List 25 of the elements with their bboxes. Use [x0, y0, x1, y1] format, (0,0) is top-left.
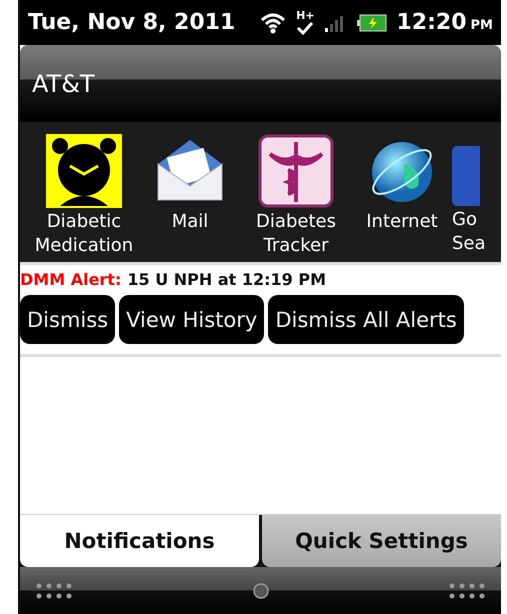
check-icon: [296, 21, 314, 35]
app-label[interactable]: Go Sea: [452, 208, 486, 256]
app-label[interactable]: Mail: [172, 210, 208, 234]
alert-button[interactable]: Dismiss All Alerts: [268, 295, 464, 344]
clock-meridiem: PM: [470, 18, 493, 33]
alert-message: 15 U NPH at 12:19 PM: [127, 270, 326, 289]
panel-tab[interactable]: Quick Settings: [262, 515, 501, 567]
alert-button[interactable]: View History: [119, 295, 264, 344]
alert-button[interactable]: Dismiss: [20, 295, 116, 344]
grip-dots-icon: [447, 580, 487, 600]
carrier-name: AT&T: [32, 70, 95, 98]
status-date: Tue, Nov 8, 2011: [28, 10, 236, 35]
battery-charging-icon: [356, 14, 386, 32]
alarm-clock-icon: [46, 134, 122, 208]
drag-handle[interactable]: [20, 567, 501, 614]
grip-dots-icon: [34, 580, 74, 600]
app-label[interactable]: Diabetes Tracker: [256, 210, 336, 258]
wifi-icon: [260, 12, 286, 34]
network-type: H+: [296, 10, 314, 21]
handle-knob-icon: [252, 582, 270, 600]
app-label[interactable]: Diabetic Medication: [34, 210, 134, 258]
app-label[interactable]: Internet: [366, 210, 438, 234]
clock-time: 12:20: [396, 10, 467, 35]
alert-label: DMM Alert:: [20, 270, 122, 289]
panel-tab[interactable]: Notifications: [20, 515, 259, 567]
